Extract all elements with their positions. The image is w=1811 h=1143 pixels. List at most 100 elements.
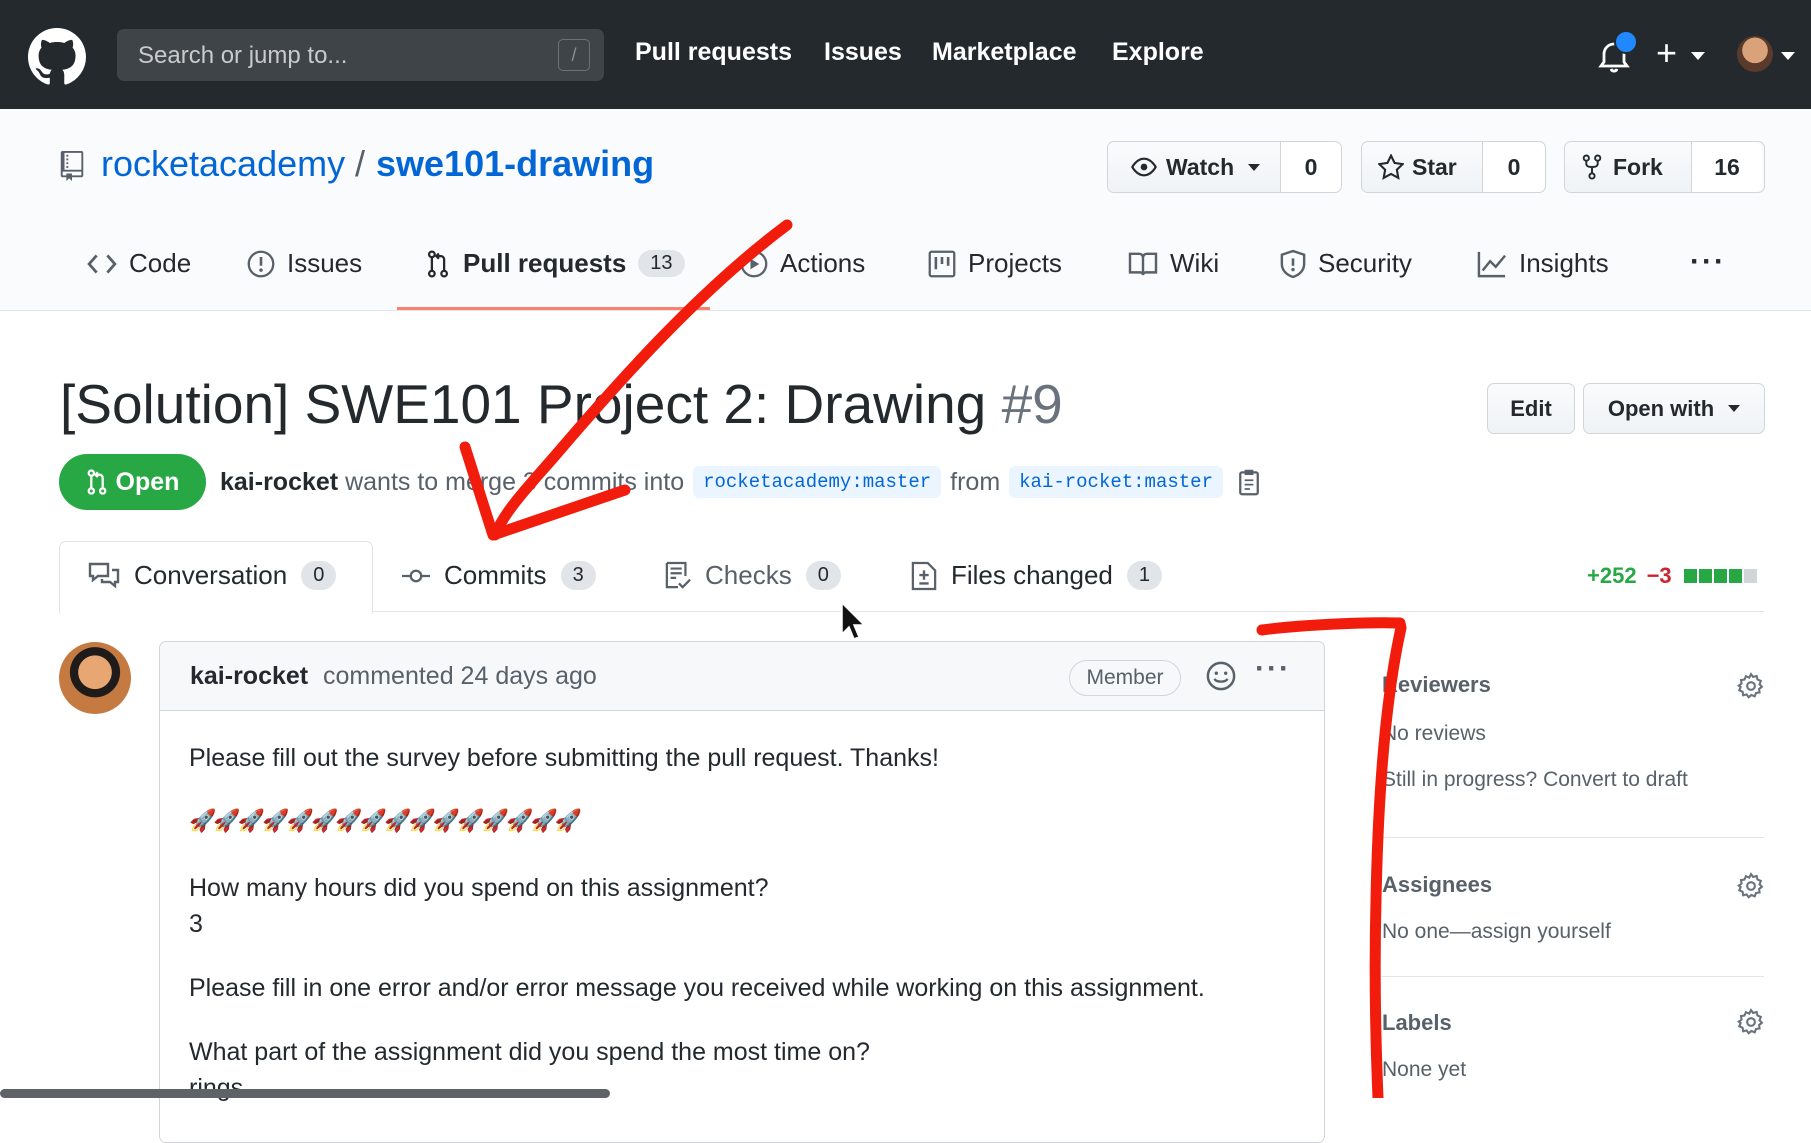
diffstat-block — [1713, 569, 1727, 583]
fork-icon — [1582, 154, 1602, 180]
tab-label: Code — [129, 248, 192, 278]
repo-icon — [60, 151, 84, 181]
pr-meta-line: kai-rocket wants to merge 3 commits into… — [220, 466, 1260, 498]
chevron-down-icon — [1728, 405, 1741, 412]
convert-to-draft-link[interactable]: Still in progress? Convert to draft — [1382, 768, 1688, 792]
pr-author-link[interactable]: kai-rocket — [220, 468, 338, 497]
tab-commits[interactable]: Commits 3 — [402, 560, 596, 591]
issue-opened-icon — [247, 250, 275, 277]
search-input[interactable]: Search or jump to... / — [117, 29, 604, 81]
tab-label: Files changed — [951, 560, 1113, 590]
search-placeholder: Search or jump to... — [138, 42, 348, 69]
gear-icon[interactable] — [1737, 872, 1765, 900]
base-branch-label[interactable]: rocketacademy:master — [693, 466, 942, 498]
gear-icon[interactable] — [1737, 1008, 1765, 1036]
tab-pull-requests[interactable]: Pull requests 13 — [425, 248, 685, 279]
chevron-down-icon — [1248, 163, 1261, 171]
assign-yourself-link[interactable]: No one—assign yourself — [1382, 920, 1611, 944]
diffstat-block — [1743, 569, 1757, 583]
rocket-emoji-row: 🚀🚀🚀🚀🚀🚀🚀🚀🚀🚀🚀🚀🚀🚀🚀🚀 — [189, 808, 582, 833]
labels-value: None yet — [1382, 1058, 1467, 1081]
reviewers-value: No reviews — [1382, 722, 1486, 745]
create-new-plus-icon[interactable]: + — [1656, 33, 1677, 73]
pull-request-icon — [427, 249, 449, 278]
fork-button[interactable]: Fork — [1565, 142, 1691, 192]
nav-issues[interactable]: Issues — [824, 38, 902, 67]
star-button[interactable]: Star — [1362, 142, 1482, 192]
clipboard-copy-icon[interactable] — [1238, 468, 1260, 496]
open-with-button[interactable]: Open with — [1583, 383, 1765, 434]
repo-name-link[interactable]: swe101-drawing — [376, 143, 654, 185]
comment-line: What part of the assignment did you spen… — [189, 1038, 870, 1066]
star-label: Star — [1412, 153, 1457, 180]
nav-explore[interactable]: Explore — [1112, 38, 1204, 67]
checks-count: 0 — [805, 561, 841, 590]
repo-path-separator: / — [355, 143, 366, 184]
comment-timestamp[interactable]: commented 24 days ago — [323, 662, 597, 691]
book-icon — [1128, 252, 1158, 275]
comment-line: How many hours did you spend on this ass… — [189, 874, 769, 902]
reviewers-heading[interactable]: Reviewers — [1382, 672, 1491, 698]
tab-wiki[interactable]: Wiki — [1128, 248, 1219, 279]
tab-projects[interactable]: Projects — [928, 248, 1062, 279]
tab-label: Conversation — [134, 560, 288, 590]
star-count[interactable]: 0 — [1482, 142, 1545, 192]
repo-owner-link[interactable]: rocketacademy — [101, 143, 345, 185]
repo-header — [0, 109, 1811, 311]
status-label: Open — [115, 467, 180, 496]
eye-icon — [1131, 157, 1157, 177]
labels-heading[interactable]: Labels — [1382, 1010, 1452, 1036]
head-branch-label[interactable]: kai-rocket:master — [1009, 466, 1223, 498]
comment-line: Please fill out the survey before submit… — [189, 744, 939, 772]
diffstat-block — [1683, 569, 1697, 583]
pr-from-text: from — [950, 467, 1001, 496]
sidebar-divider — [1382, 976, 1764, 977]
edit-title-button[interactable]: Edit — [1487, 383, 1575, 434]
additions-count: +252 — [1587, 563, 1637, 588]
assignees-heading[interactable]: Assignees — [1382, 872, 1492, 898]
watch-count[interactable]: 0 — [1280, 142, 1341, 192]
add-reaction-smiley-icon[interactable] — [1206, 661, 1236, 691]
nav-pull-requests[interactable]: Pull requests — [635, 38, 792, 67]
conversation-count: 0 — [301, 561, 337, 590]
horizontal-scrollbar[interactable] — [0, 1089, 610, 1098]
comment-line: 3 — [189, 910, 203, 938]
pr-meta-text: wants to merge 3 commits into — [345, 467, 685, 496]
search-shortcut-key: / — [558, 39, 590, 71]
chevron-down-icon[interactable] — [1781, 52, 1795, 60]
tab-insights[interactable]: Insights — [1477, 248, 1609, 279]
fork-label: Fork — [1613, 153, 1663, 180]
tab-security[interactable]: Security — [1280, 248, 1412, 279]
commenter-avatar[interactable] — [59, 642, 131, 714]
play-icon — [740, 250, 768, 277]
user-avatar[interactable] — [1737, 36, 1773, 72]
watch-button-group: Watch 0 — [1107, 141, 1342, 193]
github-logo-icon[interactable] — [28, 28, 86, 86]
comment-discussion-icon — [88, 562, 120, 588]
diffstat-block — [1728, 569, 1742, 583]
tab-checks[interactable]: Checks 0 — [665, 560, 841, 591]
commits-count: 3 — [560, 561, 596, 590]
tab-label: Pull requests — [463, 248, 627, 278]
tab-issues[interactable]: Issues — [247, 248, 362, 279]
code-icon — [87, 254, 117, 273]
deletions-count: −3 — [1646, 563, 1672, 588]
watch-button[interactable]: Watch — [1108, 142, 1280, 192]
nav-marketplace[interactable]: Marketplace — [932, 38, 1077, 67]
checklist-icon — [665, 561, 691, 589]
pr-number: #9 — [1001, 373, 1063, 435]
more-tabs-kebab-icon[interactable]: ··· — [1690, 245, 1726, 279]
tab-actions[interactable]: Actions — [740, 248, 865, 279]
project-icon — [928, 250, 956, 277]
comment-author-link[interactable]: kai-rocket — [190, 662, 308, 691]
gear-icon[interactable] — [1737, 672, 1765, 700]
chevron-down-icon[interactable] — [1691, 52, 1705, 60]
fork-count[interactable]: 16 — [1691, 142, 1762, 192]
status-badge: Open — [59, 454, 206, 510]
tab-files-changed[interactable]: Files changed 1 — [911, 560, 1163, 591]
watch-label: Watch — [1166, 153, 1235, 180]
tab-conversation[interactable]: Conversation 0 — [88, 560, 337, 591]
tab-code[interactable]: Code — [87, 248, 191, 279]
comment-options-kebab-icon[interactable]: ··· — [1255, 652, 1291, 686]
shield-icon — [1280, 249, 1306, 278]
